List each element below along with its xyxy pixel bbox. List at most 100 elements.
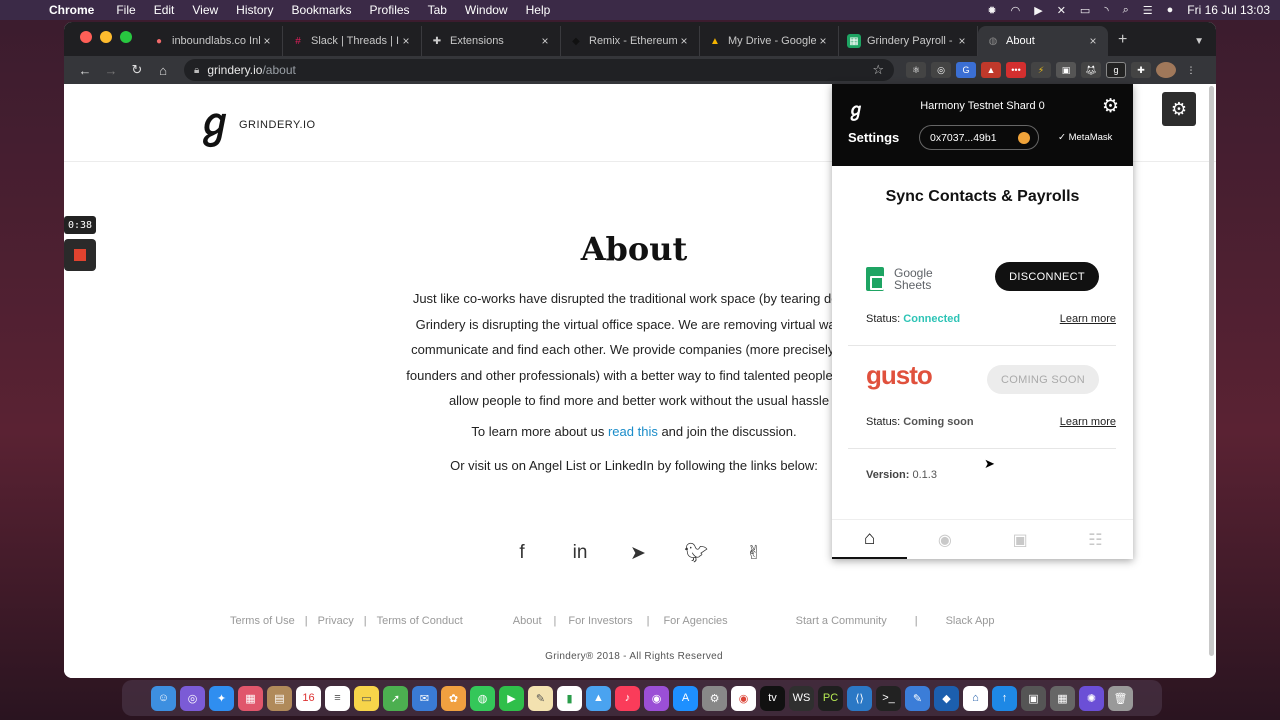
- sun-icon[interactable]: ✹: [987, 4, 996, 17]
- gusto-learn-more-link[interactable]: Learn more: [1060, 416, 1116, 428]
- maps-icon[interactable]: ➚: [383, 685, 408, 711]
- site-logo-text[interactable]: GRINDERY.IO: [239, 119, 316, 131]
- play-icon[interactable]: ▶: [1034, 4, 1042, 17]
- siri-icon[interactable]: ◎: [180, 685, 205, 711]
- notes-icon[interactable]: ▭: [354, 685, 379, 711]
- footer-link-conduct[interactable]: Terms of Conduct: [377, 615, 463, 627]
- coming-soon-button[interactable]: COMING SOON: [987, 365, 1099, 394]
- bluetooth-off-icon[interactable]: ✕: [1057, 4, 1066, 17]
- facebook-icon[interactable]: f: [510, 542, 534, 564]
- finder-icon[interactable]: ☺: [151, 685, 176, 711]
- tab-search-icon[interactable]: ▼: [1194, 36, 1216, 56]
- reload-icon[interactable]: ↻: [124, 62, 150, 78]
- tab-extensions[interactable]: ✚ Extensions ×: [422, 26, 561, 56]
- lock-icon[interactable]: 🔒︎: [194, 65, 199, 76]
- pages-icon[interactable]: ✎: [528, 685, 553, 711]
- calculator-icon[interactable]: ▦: [1050, 685, 1075, 711]
- chrome-icon[interactable]: ◉: [731, 685, 756, 711]
- contacts-tab-icon[interactable]: ◉: [907, 520, 982, 559]
- github-desktop-icon[interactable]: ⌂: [963, 685, 988, 711]
- footer-link-agencies[interactable]: For Agencies: [663, 615, 727, 627]
- address-bar[interactable]: 🔒︎ grindery.io/about ☆: [184, 59, 894, 81]
- puzzle-icon[interactable]: ✚: [1131, 62, 1151, 78]
- menu-bookmarks[interactable]: Bookmarks: [292, 3, 352, 17]
- gear-icon[interactable]: ⚙: [1102, 95, 1119, 118]
- mail-icon[interactable]: ✉: [412, 685, 437, 711]
- footer-link-investors[interactable]: For Investors: [568, 615, 632, 627]
- angellist-icon[interactable]: ✌: [742, 542, 766, 565]
- numbers-icon[interactable]: ▮: [557, 685, 582, 711]
- tab-about[interactable]: ◍ About ×: [978, 26, 1108, 56]
- telegram-icon[interactable]: ➤: [626, 542, 650, 565]
- forward-arrow-icon[interactable]: →: [98, 63, 124, 78]
- back-arrow-icon[interactable]: ←: [72, 63, 98, 78]
- menubar-clock[interactable]: Fri 16 Jul 13:03: [1187, 3, 1270, 17]
- grindery-logo-icon[interactable]: ℊ: [195, 103, 235, 143]
- footer-link-slack-app[interactable]: Slack App: [946, 615, 995, 627]
- menu-app-name[interactable]: Chrome: [49, 3, 94, 17]
- headphones-icon[interactable]: ◠: [1011, 4, 1021, 17]
- close-tab-icon[interactable]: ×: [538, 34, 552, 48]
- minimize-window-button[interactable]: [100, 31, 112, 43]
- react-devtools-icon[interactable]: ⚛: [906, 62, 926, 78]
- wallet-address-pill[interactable]: 0x7037...49b1: [919, 125, 1039, 150]
- footer-link-terms[interactable]: Terms of Use: [230, 615, 295, 627]
- menu-file[interactable]: File: [116, 3, 135, 17]
- screen-recorder-icon[interactable]: ▣: [1021, 685, 1046, 711]
- system-preferences-icon[interactable]: ⚙: [702, 685, 727, 711]
- podcasts-icon[interactable]: ◉: [644, 685, 669, 711]
- app-store-icon[interactable]: A: [673, 685, 698, 711]
- reminders-icon[interactable]: ≡: [325, 685, 350, 711]
- trash-icon[interactable]: 🗑︎: [1108, 685, 1133, 711]
- payments-tab-icon[interactable]: ▣: [983, 520, 1058, 559]
- bolt-icon[interactable]: ⚡: [1031, 62, 1051, 78]
- avatar[interactable]: [1156, 62, 1176, 78]
- messages-icon[interactable]: ◍: [470, 685, 495, 711]
- search-icon[interactable]: ⌕: [1123, 4, 1129, 17]
- control-center-icon[interactable]: ☰: [1143, 4, 1153, 17]
- vscode-icon[interactable]: ⟨⟩: [847, 685, 872, 711]
- grindery-extension-icon[interactable]: g: [1106, 62, 1126, 78]
- metamask-icon[interactable]: 🦊︎: [1081, 62, 1101, 78]
- terminal-icon[interactable]: >_: [876, 685, 901, 711]
- menu-window[interactable]: Window: [465, 3, 508, 17]
- battery-icon[interactable]: ▭: [1080, 4, 1090, 17]
- home-tab-icon[interactable]: ⌂: [832, 520, 908, 559]
- menu-help[interactable]: Help: [526, 3, 551, 17]
- home-icon[interactable]: ⌂: [150, 63, 176, 78]
- close-tab-icon[interactable]: ×: [955, 34, 969, 48]
- menu-view[interactable]: View: [192, 3, 218, 17]
- wifi-icon[interactable]: ◝: [1104, 4, 1108, 17]
- read-this-link[interactable]: read this: [608, 424, 658, 439]
- tab-inboundlabs[interactable]: ● inboundlabs.co Inb ×: [144, 26, 283, 56]
- screen-icon[interactable]: ▣: [1056, 62, 1076, 78]
- google-learn-more-link[interactable]: Learn more: [1060, 313, 1116, 325]
- webstorm-icon[interactable]: WS: [789, 685, 814, 711]
- photos-icon[interactable]: ✿: [441, 685, 466, 711]
- disconnect-button[interactable]: DISCONNECT: [995, 262, 1099, 291]
- hubspot-icon[interactable]: ⚙: [1162, 92, 1196, 126]
- translate-icon[interactable]: G: [956, 62, 976, 78]
- safari-icon[interactable]: ✦: [209, 685, 234, 711]
- tab-slack[interactable]: # Slack | Threads | Inb ×: [283, 26, 422, 56]
- close-tab-icon[interactable]: ×: [816, 34, 830, 48]
- contacts-icon[interactable]: ▤: [267, 685, 292, 711]
- footer-link-privacy[interactable]: Privacy: [318, 615, 354, 627]
- close-tab-icon[interactable]: ×: [399, 34, 413, 48]
- sourcetree-icon[interactable]: ◆: [934, 685, 959, 711]
- upload-icon[interactable]: ↑: [992, 685, 1017, 711]
- close-tab-icon[interactable]: ×: [260, 34, 274, 48]
- lastpass-icon[interactable]: •••: [1006, 62, 1026, 78]
- apple-tv-icon[interactable]: tv: [760, 685, 785, 711]
- tab-my-drive[interactable]: ▲ My Drive - Google D ×: [700, 26, 839, 56]
- kebab-menu-icon[interactable]: ⋮: [1181, 62, 1201, 78]
- close-tab-icon[interactable]: ×: [677, 34, 691, 48]
- menu-history[interactable]: History: [236, 3, 273, 17]
- facetime-icon[interactable]: ▶: [499, 685, 524, 711]
- bookmark-star-icon[interactable]: ☆: [872, 62, 884, 78]
- list-tab-icon[interactable]: ☷: [1058, 520, 1133, 559]
- menu-profiles[interactable]: Profiles: [370, 3, 410, 17]
- keynote-icon[interactable]: ▲: [586, 685, 611, 711]
- page-scrollbar[interactable]: [1209, 86, 1214, 656]
- close-window-button[interactable]: [80, 31, 92, 43]
